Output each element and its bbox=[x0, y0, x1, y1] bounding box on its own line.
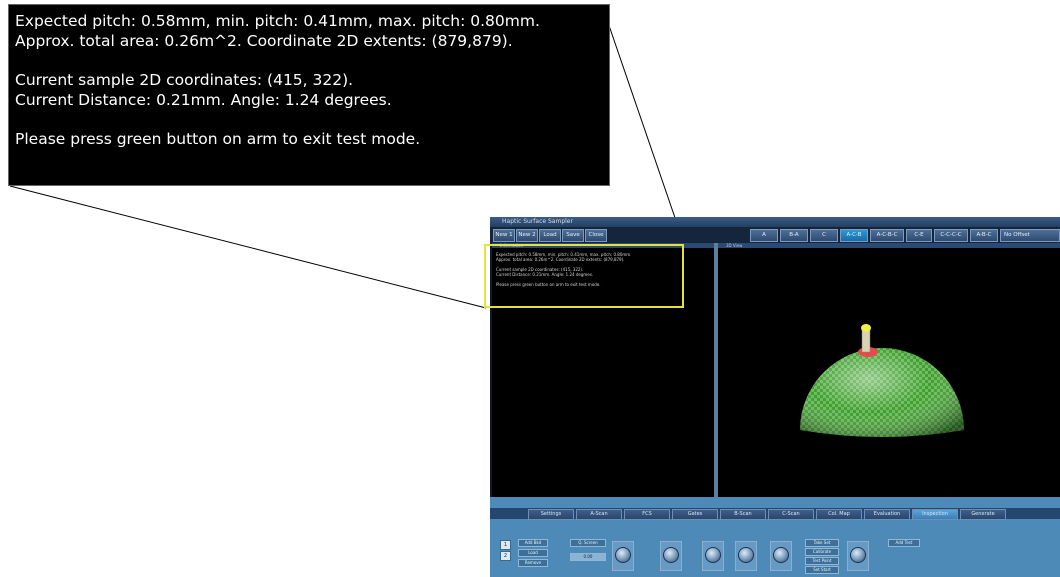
mode-button-a-c-b-c[interactable]: A-C-B-C bbox=[870, 229, 904, 242]
mode-button-b-a[interactable]: B-A bbox=[780, 229, 808, 242]
tab-a-scan[interactable]: A-Scan bbox=[576, 509, 622, 520]
callout-distance-line: Current Distance: 0.21mm. Angle: 1.24 de… bbox=[15, 90, 392, 109]
delay-knob-icon[interactable] bbox=[850, 547, 866, 563]
tab-generate[interactable]: Generate bbox=[960, 509, 1006, 520]
tab-c-scan[interactable]: C-Scan bbox=[768, 509, 814, 520]
tab-settings[interactable]: Settings bbox=[528, 509, 574, 520]
toolbar-button-2[interactable]: New 2 bbox=[516, 229, 538, 242]
mode-button-a[interactable]: A bbox=[750, 229, 778, 242]
q-screen-value[interactable]: 0.00 bbox=[570, 553, 606, 561]
callout-coordinates-line: Current sample 2D coordinates: (415, 322… bbox=[15, 71, 354, 89]
zoomed-info-callout: Expected pitch: 0.58mm, min. pitch: 0.41… bbox=[8, 4, 610, 186]
mode-button-a-b-c[interactable]: A-B-C bbox=[970, 229, 998, 242]
tab-gates[interactable]: Gates bbox=[672, 509, 718, 520]
side-button-1[interactable]: 1 bbox=[500, 540, 511, 550]
depth-knob-icon[interactable] bbox=[773, 547, 789, 563]
callout-instruction-line: Please press green button on arm to exit… bbox=[15, 130, 421, 148]
top-toolbar: New 1 New 2 Load Save Close A B-A C A-C-… bbox=[490, 227, 1060, 243]
toolbar-button-save[interactable]: Save bbox=[562, 229, 584, 242]
gain-knob-2-icon[interactable] bbox=[705, 547, 721, 563]
range-knob-2-icon[interactable] bbox=[738, 547, 754, 563]
gain-knob-icon[interactable] bbox=[615, 547, 631, 563]
take-set-button[interactable]: Take Set bbox=[805, 539, 839, 547]
tab-b-scan[interactable]: B-Scan bbox=[720, 509, 766, 520]
3d-view-pane[interactable] bbox=[718, 248, 1060, 497]
toolbar-button-close[interactable]: Close bbox=[585, 229, 607, 242]
3d-dome-model[interactable] bbox=[718, 248, 1060, 497]
side-button-2[interactable]: 2 bbox=[500, 551, 511, 561]
toolbar-button-1[interactable]: New 1 bbox=[493, 229, 515, 242]
test-point-button[interactable]: Test Point bbox=[805, 557, 839, 565]
callout-pitch-line: Expected pitch: 0.58mm, min. pitch: 0.41… bbox=[15, 12, 540, 30]
mode-button-no-offset[interactable]: No Offset bbox=[1000, 229, 1060, 242]
remove-button[interactable]: Remove bbox=[518, 559, 548, 567]
tab-evaluation[interactable]: Evaluation bbox=[864, 509, 910, 520]
add-test-button[interactable]: Add Test bbox=[888, 539, 920, 547]
set-start-button[interactable]: Set Start bbox=[805, 566, 839, 574]
load-button[interactable]: Load bbox=[518, 549, 548, 557]
callout-area-line: Approx. total area: 0.26m^2. Coordinate … bbox=[15, 31, 513, 50]
calibrate-button[interactable]: Calibrate bbox=[805, 548, 839, 556]
add-bkd-button[interactable]: Add Bkd bbox=[518, 539, 548, 547]
highlight-box bbox=[484, 244, 684, 308]
probe-tip bbox=[861, 324, 871, 332]
tab-col-map[interactable]: Col. Map bbox=[816, 509, 862, 520]
q-screen-button[interactable]: Q. Screen bbox=[570, 539, 606, 547]
window-titlebar: Haptic Surface Sampler bbox=[490, 217, 1060, 227]
bottom-tab-bar: Settings A-Scan FCS Gates B-Scan C-Scan … bbox=[490, 508, 1060, 520]
tab-fcs[interactable]: FCS bbox=[624, 509, 670, 520]
toolbar-button-load[interactable]: Load bbox=[539, 229, 561, 242]
range-knob-icon[interactable] bbox=[663, 547, 679, 563]
mode-button-c-c-c-c[interactable]: C-C-C-C bbox=[934, 229, 968, 242]
control-panel: Settings A-Scan FCS Gates B-Scan C-Scan … bbox=[490, 497, 1060, 577]
probe-shaft bbox=[861, 329, 871, 353]
tab-inspection[interactable]: Inspection bbox=[912, 509, 958, 520]
mode-button-a-c-b[interactable]: A-C-B bbox=[840, 229, 868, 242]
mode-button-c[interactable]: C bbox=[810, 229, 838, 242]
mode-button-c-e[interactable]: C-E bbox=[906, 229, 932, 242]
